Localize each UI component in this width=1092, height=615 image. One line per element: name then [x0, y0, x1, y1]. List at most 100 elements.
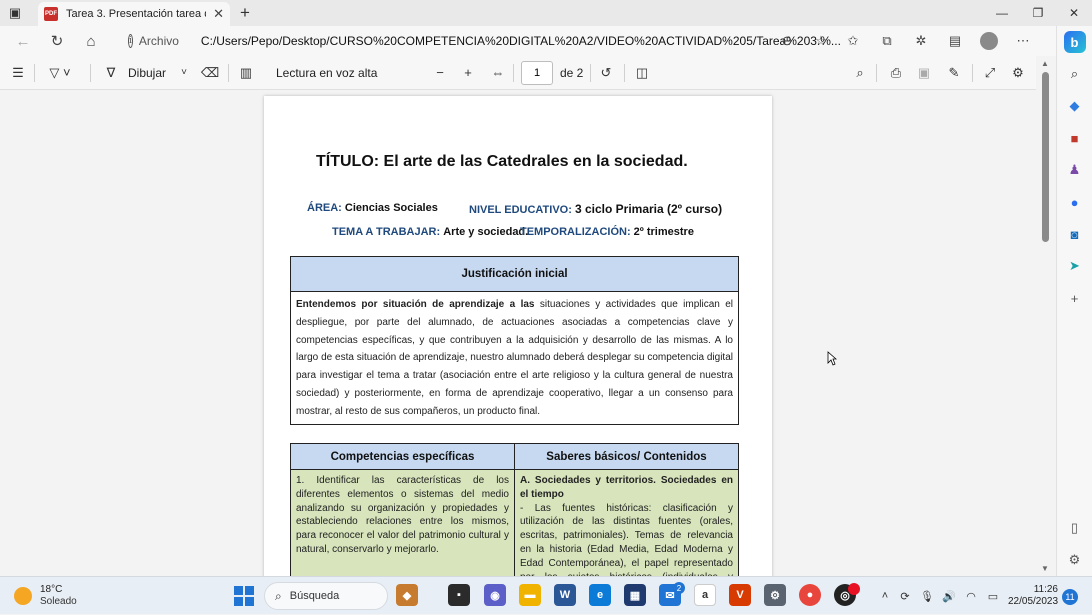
outlook-icon[interactable]: ◙: [1057, 218, 1092, 250]
highlight-icon[interactable]: ▽ ˅: [42, 56, 78, 90]
url-scheme: Archivo: [139, 34, 179, 48]
page-view-icon[interactable]: ◫: [634, 56, 650, 90]
contents-column: Saberes básicos/ Contenidos A. Sociedade…: [514, 444, 738, 576]
search-icon: ⌕: [275, 589, 282, 604]
pdf-settings-icon[interactable]: ⚙: [1010, 56, 1026, 90]
search-icon[interactable]: ⌕: [852, 56, 868, 90]
active-tab[interactable]: PDF Tarea 3. Presentación tarea de ap ✕: [38, 2, 230, 26]
weather-widget[interactable]: 18°C Soleado: [14, 584, 77, 608]
pdf-toolbar: ☰ ▽ ˅ ∇ Dibujar ˅ ⌫ ▥ Lectura en voz alt…: [0, 56, 1036, 90]
system-tray: ˄ ⟳ 🎙 🔊 ◠ ▭: [876, 577, 1004, 615]
info-icon[interactable]: i: [128, 34, 133, 48]
mail-badge: 2: [673, 582, 685, 594]
windows-start-icon[interactable]: [234, 586, 254, 606]
chat-icon[interactable]: ◉: [484, 584, 506, 606]
clock[interactable]: 11:26 22/05/2023: [1008, 584, 1058, 608]
print-icon[interactable]: ⎙: [888, 56, 904, 90]
widget-app-icon[interactable]: ◆: [396, 584, 418, 606]
timing-row: TEMPORALIZACIÓN: 2º trimestre: [520, 226, 694, 238]
settings-icon[interactable]: ⚙: [764, 584, 786, 606]
word-icon[interactable]: W: [554, 584, 576, 606]
notifications-badge[interactable]: 11: [1062, 589, 1078, 605]
clock-date: 22/05/2023: [1008, 596, 1058, 608]
close-tab-icon[interactable]: ✕: [213, 6, 224, 22]
sidebar-settings-icon[interactable]: ⚙: [1057, 544, 1092, 576]
task-view-icon[interactable]: ▪: [448, 584, 470, 606]
profile-avatar[interactable]: [972, 26, 1006, 56]
area-row: ÁREA: Ciencias Sociales: [307, 202, 438, 214]
contents-body: A. Sociedades y territorios. Sociedades …: [515, 470, 738, 576]
timing-value: 2º trimestre: [634, 226, 694, 238]
file-explorer-icon[interactable]: ▬: [519, 584, 541, 606]
eraser-icon[interactable]: ⌫: [202, 56, 218, 90]
extensions-icon[interactable]: ✲: [904, 26, 938, 56]
volume-icon[interactable]: 🔊: [938, 590, 960, 603]
home-icon[interactable]: ⌂: [74, 26, 108, 56]
save-icon[interactable]: ▣: [916, 56, 932, 90]
zoom-out-icon[interactable]: −: [432, 56, 448, 90]
draw-button[interactable]: Dibujar: [128, 56, 166, 90]
store-icon[interactable]: ▦: [624, 584, 646, 606]
sync-icon[interactable]: ⟳: [894, 590, 916, 603]
more-menu-icon[interactable]: ⋯: [1006, 26, 1040, 56]
screenshot-icon[interactable]: ▤: [938, 26, 972, 56]
favorites-icon[interactable]: ✩: [836, 26, 870, 56]
taskbar-search[interactable]: ⌕ Búsqueda: [264, 582, 388, 610]
edge-icon[interactable]: e: [589, 584, 611, 606]
app-icon[interactable]: a: [694, 584, 716, 606]
topic-key: TEMA A TRABAJAR:: [332, 226, 440, 238]
justification-box: Justificación inicial Entendemos por sit…: [290, 256, 739, 425]
chrome-icon[interactable]: ●: [799, 584, 821, 606]
justification-text: situaciones y actividades que implican e…: [296, 299, 733, 417]
shopping-icon[interactable]: ◆: [1057, 90, 1092, 122]
send-icon[interactable]: ➤: [1057, 250, 1092, 282]
search-sidebar-icon[interactable]: ⌕: [1057, 58, 1092, 90]
zoom-in-icon[interactable]: +: [460, 56, 476, 90]
refresh-icon[interactable]: ↻: [40, 26, 74, 56]
wifi-icon[interactable]: ◠: [960, 590, 982, 603]
read-aloud-icon[interactable]: ▥: [238, 56, 254, 90]
save-as-icon[interactable]: ✎: [946, 56, 962, 90]
rotate-icon[interactable]: ↺: [598, 56, 614, 90]
tools-icon[interactable]: ■: [1057, 122, 1092, 154]
new-tab-button[interactable]: +: [234, 2, 256, 24]
scroll-up-icon[interactable]: ▲: [1041, 59, 1049, 68]
vertical-scrollbar[interactable]: ▲ ▼: [1036, 56, 1056, 576]
read-aloud-button[interactable]: Lectura en voz alta: [276, 56, 377, 90]
microphone-icon[interactable]: 🎙: [916, 590, 938, 603]
back-icon[interactable]: ←: [6, 26, 40, 56]
url-text: C:/Users/Pepo/Desktop/CURSO%20COMPETENCI…: [201, 34, 841, 48]
draw-options-icon[interactable]: ˅: [178, 56, 190, 90]
bing-icon[interactable]: b: [1057, 26, 1092, 58]
add-sidebar-icon[interactable]: +: [1057, 282, 1092, 314]
contents-header: Saberes básicos/ Contenidos: [515, 444, 738, 470]
mouse-cursor-icon: [827, 351, 837, 366]
competencies-header: Competencias específicas: [291, 444, 514, 470]
close-window-icon[interactable]: ✕: [1056, 0, 1092, 26]
tab-actions-icon[interactable]: ▣: [0, 0, 30, 26]
url-field[interactable]: i Archivo C:/Users/Pepo/Desktop/CURSO%20…: [118, 29, 828, 53]
justification-body: Entendemos por situación de aprendizaje …: [291, 292, 738, 425]
contents-icon[interactable]: ☰: [8, 56, 28, 90]
express-vpn-icon[interactable]: V: [729, 584, 751, 606]
weather-temperature: 18°C: [40, 584, 77, 596]
competencies-table: Competencias específicas 1. Identificar …: [290, 443, 739, 576]
fullscreen-icon[interactable]: ⤢: [982, 56, 998, 90]
minimize-icon[interactable]: —: [984, 0, 1020, 26]
timing-key: TEMPORALIZACIÓN:: [520, 226, 631, 238]
tray-overflow-icon[interactable]: ˄: [876, 590, 894, 602]
office-icon[interactable]: ●: [1057, 186, 1092, 218]
draw-icon[interactable]: ∇: [104, 56, 118, 90]
restore-icon[interactable]: ❐: [1020, 0, 1056, 26]
sidebar-toggle-icon[interactable]: ▯: [1057, 512, 1092, 544]
sun-icon: [14, 587, 32, 605]
collections-icon[interactable]: ⧉: [870, 26, 904, 56]
fit-page-icon[interactable]: ⇔: [490, 56, 506, 90]
battery-icon[interactable]: ▭: [982, 590, 1004, 603]
scroll-down-icon[interactable]: ▼: [1041, 564, 1049, 573]
add-favorite-icon[interactable]: ☆: [804, 26, 838, 56]
zoom-icon[interactable]: ⊖: [770, 26, 804, 56]
scroll-thumb[interactable]: [1042, 72, 1049, 242]
page-number-input[interactable]: 1: [521, 61, 553, 85]
games-icon[interactable]: ♟: [1057, 154, 1092, 186]
